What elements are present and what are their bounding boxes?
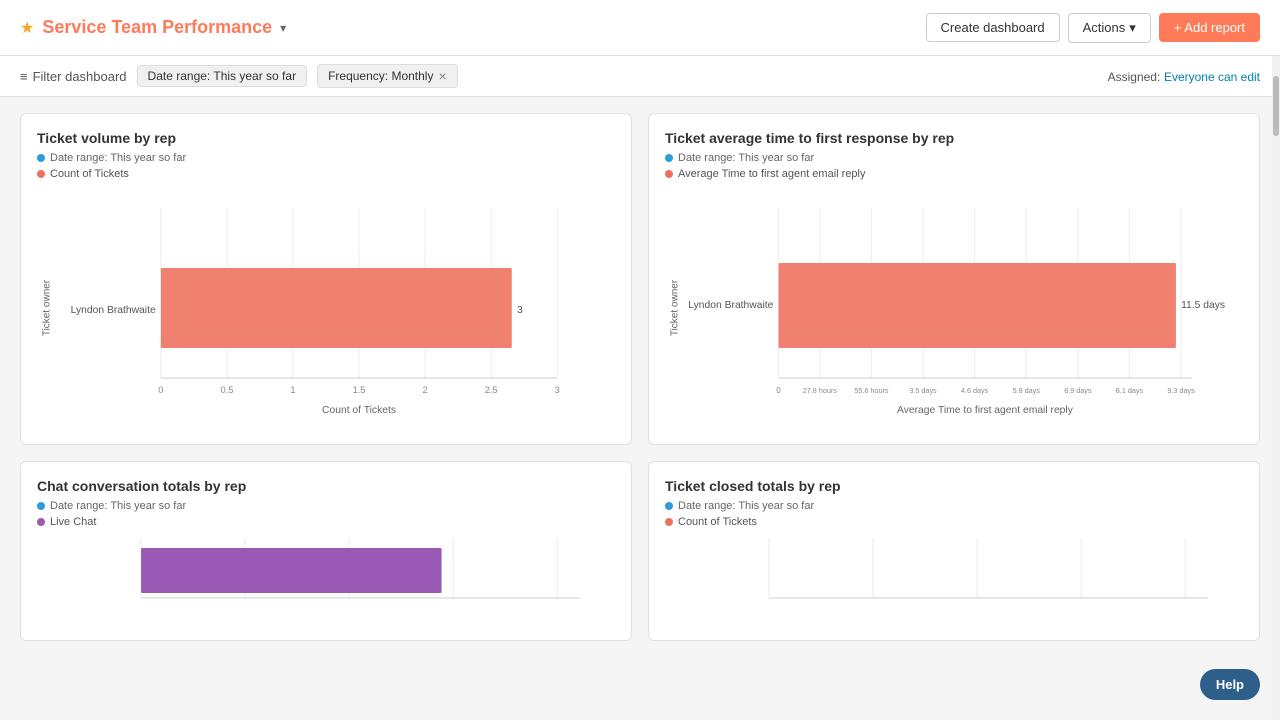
svg-text:2.5: 2.5 bbox=[485, 385, 498, 395]
svg-text:8.1 days: 8.1 days bbox=[1116, 387, 1144, 395]
svg-text:1.5: 1.5 bbox=[353, 385, 366, 395]
svg-text:55.6 hours: 55.6 hours bbox=[854, 387, 889, 395]
header: ★ Service Team Performance ▾ Create dash… bbox=[0, 0, 1280, 56]
help-button[interactable]: Help bbox=[1200, 669, 1260, 700]
chat-totals-meta: Date range: This year so far bbox=[37, 500, 615, 512]
svg-text:Average Time to first agent em: Average Time to first agent email reply bbox=[897, 405, 1074, 416]
main-content: Ticket volume by rep Date range: This ye… bbox=[0, 97, 1280, 657]
ticket-volume-title: Ticket volume by rep bbox=[37, 130, 615, 146]
scrollbar[interactable] bbox=[1272, 56, 1280, 720]
svg-text:Count of Tickets: Count of Tickets bbox=[322, 405, 396, 416]
scrollbar-thumb[interactable] bbox=[1273, 76, 1279, 136]
svg-text:0: 0 bbox=[158, 385, 163, 395]
svg-text:0: 0 bbox=[776, 386, 781, 395]
svg-text:3: 3 bbox=[555, 385, 560, 395]
svg-text:4.6 days: 4.6 days bbox=[961, 387, 989, 395]
legend-dot bbox=[37, 170, 45, 178]
ticket-volume-meta: Date range: This year so far bbox=[37, 152, 615, 164]
assigned-label: Assigned: bbox=[1108, 70, 1161, 84]
svg-text:27.8 hours: 27.8 hours bbox=[803, 387, 838, 395]
chat-totals-legend: Live Chat bbox=[37, 516, 615, 528]
ticket-closed-chart-area bbox=[665, 538, 1243, 618]
header-left: ★ Service Team Performance ▾ bbox=[20, 17, 286, 38]
svg-text:9.3 days: 9.3 days bbox=[1167, 387, 1195, 395]
chat-totals-title: Chat conversation totals by rep bbox=[37, 478, 615, 494]
header-right: Create dashboard Actions ▾ + Add report bbox=[926, 13, 1260, 43]
star-icon[interactable]: ★ bbox=[20, 18, 34, 38]
date-range-dot bbox=[665, 154, 673, 162]
page-title: Service Team Performance bbox=[42, 17, 272, 38]
svg-text:5.8 days: 5.8 days bbox=[1013, 387, 1041, 395]
svg-text:Ticket owner: Ticket owner bbox=[41, 279, 52, 336]
ticket-closed-title: Ticket closed totals by rep bbox=[665, 478, 1243, 494]
ticket-closed-meta: Date range: This year so far bbox=[665, 500, 1243, 512]
svg-text:3: 3 bbox=[517, 305, 523, 316]
date-range-dot bbox=[665, 502, 673, 510]
date-range-dot bbox=[37, 154, 45, 162]
svg-text:1: 1 bbox=[290, 385, 295, 395]
create-dashboard-button[interactable]: Create dashboard bbox=[926, 13, 1060, 42]
date-range-filter-tag[interactable]: Date range: This year so far bbox=[137, 65, 308, 87]
ticket-avg-time-chart-area: Ticket owner Lyndon Brathwaite 11.5 days… bbox=[665, 188, 1243, 428]
ticket-volume-legend: Count of Tickets bbox=[37, 168, 615, 180]
filter-label: Filter dashboard bbox=[33, 69, 127, 84]
frequency-tag-close-icon[interactable]: × bbox=[438, 68, 446, 84]
assigned-section: Assigned: Everyone can edit bbox=[1108, 69, 1260, 84]
chat-totals-chart-area bbox=[37, 538, 615, 618]
add-report-button[interactable]: + Add report bbox=[1159, 13, 1260, 42]
legend-dot bbox=[37, 518, 45, 526]
ticket-volume-chart: Ticket volume by rep Date range: This ye… bbox=[20, 113, 632, 445]
legend-dot bbox=[665, 170, 673, 178]
svg-text:0.5: 0.5 bbox=[220, 385, 233, 395]
toolbar-left: ≡ Filter dashboard Date range: This year… bbox=[20, 64, 458, 88]
actions-button[interactable]: Actions ▾ bbox=[1068, 13, 1151, 43]
filter-icon: ≡ bbox=[20, 69, 28, 84]
ticket-closed-legend: Count of Tickets bbox=[665, 516, 1243, 528]
svg-text:6.9 days: 6.9 days bbox=[1064, 387, 1092, 395]
date-range-dot bbox=[37, 502, 45, 510]
ticket-avg-time-legend: Average Time to first agent email reply bbox=[665, 168, 1243, 180]
ticket-avg-time-meta: Date range: This year so far bbox=[665, 152, 1243, 164]
ticket-volume-chart-area: Ticket owner Lyndon Brathwaite 3 0 0.5 1… bbox=[37, 188, 615, 428]
frequency-filter-tag[interactable]: Frequency: Monthly × bbox=[317, 64, 458, 88]
ticket-avg-time-title: Ticket average time to first response by… bbox=[665, 130, 1243, 146]
svg-text:11.5 days: 11.5 days bbox=[1181, 300, 1225, 311]
chat-totals-chart: Chat conversation totals by rep Date ran… bbox=[20, 461, 632, 641]
svg-text:3.5 days: 3.5 days bbox=[909, 387, 937, 395]
svg-text:Lyndon Brathwaite: Lyndon Brathwaite bbox=[71, 305, 156, 316]
ticket-closed-chart: Ticket closed totals by rep Date range: … bbox=[648, 461, 1260, 641]
filter-dashboard-button[interactable]: ≡ Filter dashboard bbox=[20, 69, 127, 84]
chevron-down-icon[interactable]: ▾ bbox=[280, 21, 286, 35]
svg-text:Lyndon Brathwaite: Lyndon Brathwaite bbox=[688, 300, 773, 311]
toolbar: ≡ Filter dashboard Date range: This year… bbox=[0, 56, 1280, 97]
assigned-value[interactable]: Everyone can edit bbox=[1164, 70, 1260, 84]
ticket-avg-time-chart: Ticket average time to first response by… bbox=[648, 113, 1260, 445]
legend-dot bbox=[665, 518, 673, 526]
svg-text:Ticket owner: Ticket owner bbox=[669, 279, 680, 336]
svg-text:2: 2 bbox=[423, 385, 428, 395]
